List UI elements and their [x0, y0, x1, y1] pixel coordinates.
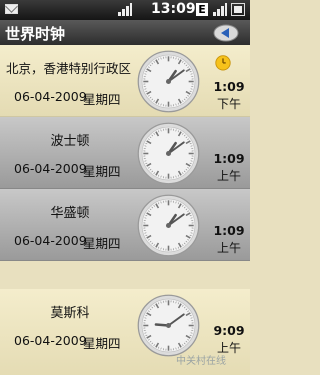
date-label: 06-04-2009: [14, 89, 87, 104]
weekday-label: 星期四: [83, 336, 121, 351]
back-arrow-icon[interactable]: [213, 24, 239, 42]
world-clock-list: 北京，香港特别行政区 06-04-2009 星期四 1:09 下午 波士顿 06-04-20…: [0, 45, 250, 375]
time-label: 1:09: [213, 223, 245, 238]
date-label: 06-04-2009: [14, 333, 87, 348]
ampm-label: 上午: [216, 169, 241, 183]
alarm-clock-icon: [215, 55, 231, 71]
city-name: 波士顿: [50, 134, 90, 149]
mail-notification-icon[interactable]: [5, 4, 18, 14]
date-label: 06-04-2009: [14, 233, 87, 248]
title-bar: 世界时钟: [0, 20, 250, 45]
clock-row[interactable]: 华盛顿 06-04-2009 星期四 1:09 上午: [0, 189, 250, 261]
network-bars-icon: [213, 3, 227, 16]
clock-row[interactable]: 波士顿 06-04-2009 星期四 1:09 上午: [0, 117, 250, 189]
status-bar: 13:09 E: [0, 0, 250, 20]
weekday-label: 星期四: [83, 92, 121, 107]
battery-icon: [231, 3, 245, 16]
ampm-label: 上午: [216, 241, 241, 255]
city-name: 华盛顿: [50, 206, 90, 221]
time-label: 1:09: [213, 79, 245, 94]
city-name: 莫斯科: [50, 306, 90, 321]
signal-strength-icon: [118, 3, 132, 16]
status-time: 13:09: [151, 1, 196, 17]
edge-network-icon: E: [196, 3, 208, 16]
weekday-label: 星期四: [83, 236, 121, 251]
analog-clock-icon: [137, 122, 200, 185]
watermark: 中关村在线: [176, 356, 226, 367]
analog-clock-icon: [137, 194, 200, 257]
page-title: 世界时钟: [5, 25, 66, 43]
city-name: 北京，香港特别行政区: [6, 61, 132, 76]
time-label: 9:09: [213, 323, 245, 338]
analog-clock-icon: [137, 294, 200, 357]
weekday-label: 星期四: [83, 164, 121, 179]
clock-row[interactable]: 北京，香港特别行政区 06-04-2009 星期四 1:09 下午: [0, 45, 250, 117]
analog-clock-icon: [137, 50, 200, 113]
time-label: 1:09: [213, 151, 245, 166]
date-label: 06-04-2009: [14, 161, 87, 176]
ampm-label: 下午: [216, 97, 241, 111]
